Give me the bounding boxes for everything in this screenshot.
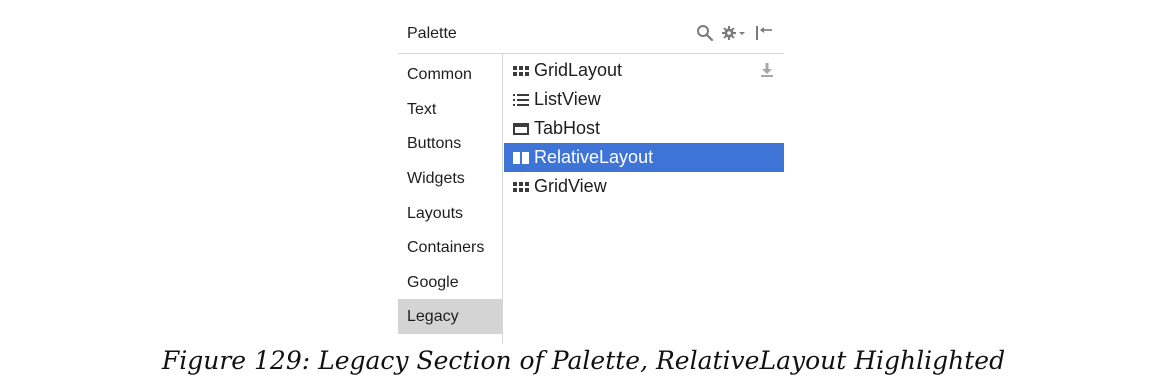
gear-icon[interactable] <box>720 22 748 44</box>
category-google[interactable]: Google <box>398 265 502 300</box>
palette-title: Palette <box>407 25 457 42</box>
category-widgets[interactable]: Widgets <box>398 161 502 196</box>
palette-header: Palette <box>398 14 784 54</box>
relative-layout-icon <box>512 150 530 166</box>
category-buttons[interactable]: Buttons <box>398 126 502 161</box>
grid-icon <box>512 63 530 79</box>
list-item-tabhost[interactable]: TabHost <box>504 114 784 143</box>
item-label: ListView <box>534 89 601 109</box>
category-text[interactable]: Text <box>398 92 502 127</box>
category-containers[interactable]: Containers <box>398 230 502 265</box>
palette-panel: Palette Common Text Buttons Widgets Layo… <box>398 14 784 344</box>
list-item-gridlayout[interactable]: GridLayout <box>504 56 784 85</box>
search-icon[interactable] <box>695 22 715 44</box>
list-item-relativelayout[interactable]: RelativeLayout <box>504 143 784 172</box>
component-list: GridLayout ListView TabHost RelativeLayo… <box>504 54 784 344</box>
list-item-gridview[interactable]: GridView <box>504 172 784 201</box>
category-list: Common Text Buttons Widgets Layouts Cont… <box>398 54 503 344</box>
grid-icon <box>512 179 530 195</box>
item-label: GridView <box>534 176 607 196</box>
category-layouts[interactable]: Layouts <box>398 196 502 231</box>
category-legacy[interactable]: Legacy <box>398 299 502 334</box>
download-icon[interactable] <box>760 62 774 78</box>
list-icon <box>512 92 530 108</box>
item-label: TabHost <box>534 118 601 138</box>
figure-caption: Figure 129: Legacy Section of Palette, R… <box>161 346 1006 375</box>
item-label: GridLayout <box>534 60 623 80</box>
item-label: RelativeLayout <box>534 147 654 167</box>
tab-icon <box>512 121 530 137</box>
collapse-icon[interactable] <box>752 22 776 44</box>
category-common[interactable]: Common <box>398 57 502 92</box>
list-item-listview[interactable]: ListView <box>504 85 784 114</box>
